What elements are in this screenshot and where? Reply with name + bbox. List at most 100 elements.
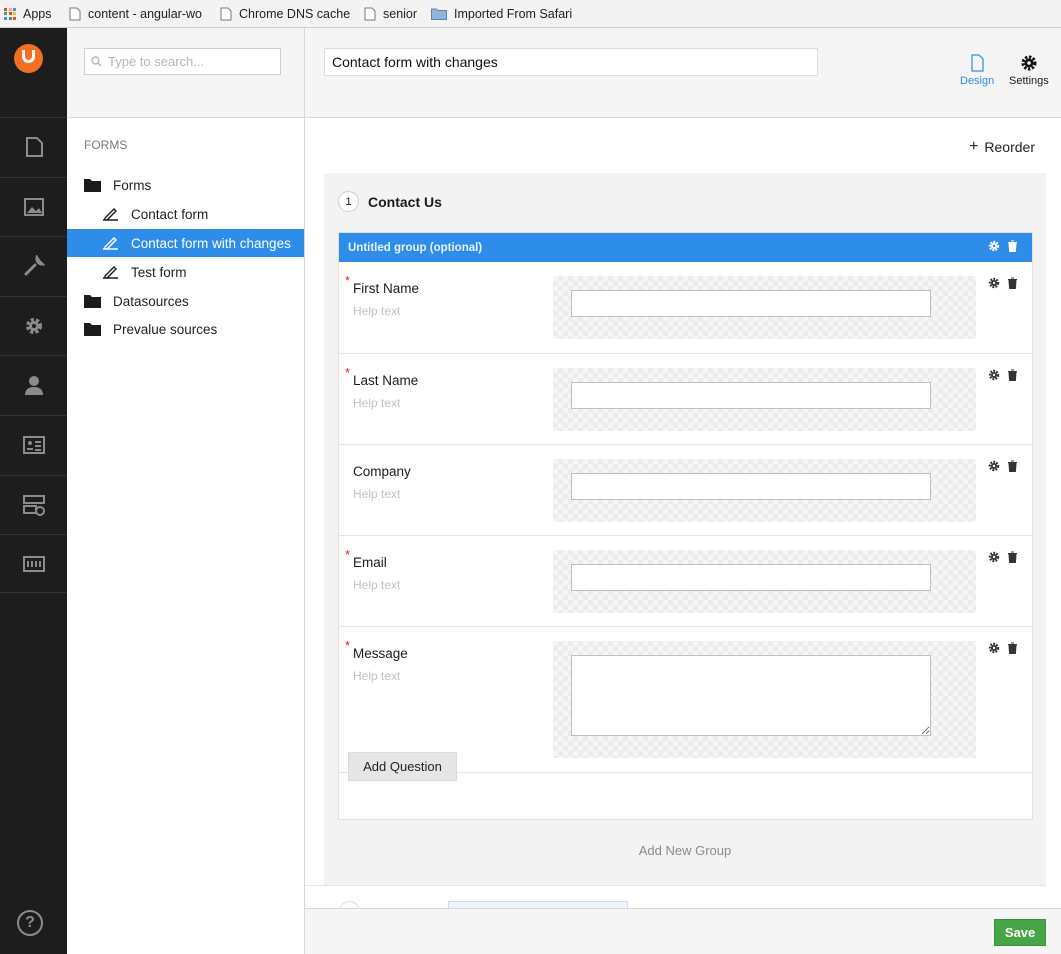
bookmark-label: Apps xyxy=(23,6,52,21)
settings-tab[interactable]: Settings xyxy=(1009,54,1049,87)
user-icon xyxy=(24,376,43,395)
bookmark-angular[interactable]: content - angular-wo xyxy=(69,0,204,28)
required-marker: * xyxy=(345,365,351,380)
section-rail: ? xyxy=(0,28,67,954)
design-tab[interactable]: Design xyxy=(960,54,994,87)
section-content[interactable] xyxy=(0,117,67,176)
design-label: Design xyxy=(960,75,995,87)
trash-icon[interactable] xyxy=(1007,642,1018,654)
tree-item-label: Prevalue sources xyxy=(113,321,218,337)
tree-item-label: Datasources xyxy=(113,293,189,309)
tree-item-prevalue-sources[interactable]: Prevalue sources xyxy=(67,315,304,343)
question-label[interactable]: Message xyxy=(353,646,408,661)
first-name-field[interactable] xyxy=(571,290,931,317)
tree-item-test-form[interactable]: Test form xyxy=(67,258,304,286)
editor-header: Design Settings xyxy=(305,28,1061,118)
reorder-button[interactable]: + Reorder xyxy=(969,138,1035,156)
bookmark-apps[interactable]: Apps xyxy=(4,0,52,28)
save-button[interactable]: Save xyxy=(994,919,1046,946)
section-members[interactable] xyxy=(0,415,67,474)
tree-item-label: Forms xyxy=(113,177,152,193)
tree-item-datasources[interactable]: Datasources xyxy=(67,287,304,315)
page-icon xyxy=(364,7,376,20)
last-name-field[interactable] xyxy=(571,382,931,409)
question-label[interactable]: Last Name xyxy=(353,373,418,388)
folder-icon xyxy=(84,295,101,308)
forms-icon xyxy=(22,495,45,516)
tree-item-label: Test form xyxy=(131,264,187,280)
group-title[interactable]: Untitled group (optional) xyxy=(348,242,482,254)
bookmark-senior[interactable]: senior xyxy=(364,0,417,28)
gear-icon xyxy=(25,318,42,334)
section-users[interactable] xyxy=(0,355,67,414)
media-icon xyxy=(23,198,44,216)
content-icon xyxy=(25,137,43,157)
question-email: * Email Help text xyxy=(339,536,1032,627)
search-input[interactable] xyxy=(108,54,278,69)
gear-icon[interactable] xyxy=(988,240,1000,252)
bookmark-imported-safari[interactable]: Imported From Safari xyxy=(431,0,572,28)
question-help-text[interactable]: Help text xyxy=(353,396,400,410)
section-media[interactable] xyxy=(0,177,67,236)
group-header[interactable]: Untitled group (optional) xyxy=(339,233,1032,262)
company-field[interactable] xyxy=(571,473,931,500)
form-designer: + Reorder 1 Contact Us Untitled group (o… xyxy=(305,118,1061,908)
bookmark-label: content - angular-wo xyxy=(88,6,202,21)
field-preview xyxy=(553,459,976,522)
section-forms[interactable] xyxy=(0,475,67,534)
bookmark-label: Imported From Safari xyxy=(454,6,573,21)
trash-icon[interactable] xyxy=(1007,277,1018,289)
reorder-label: Reorder xyxy=(984,139,1035,155)
page-title-input[interactable] xyxy=(448,901,628,908)
trash-icon[interactable] xyxy=(1007,460,1018,472)
trash-icon[interactable] xyxy=(1007,551,1018,563)
message-field[interactable] xyxy=(571,655,931,736)
email-field[interactable] xyxy=(571,564,931,591)
wrench-icon xyxy=(24,255,45,276)
page-title[interactable]: Contact Us xyxy=(368,194,442,210)
help-icon[interactable]: ? xyxy=(17,910,43,936)
trash-icon[interactable] xyxy=(1007,369,1018,381)
question-help-text[interactable]: Help text xyxy=(353,487,400,501)
gear-icon[interactable] xyxy=(988,642,1000,654)
question-label[interactable]: First Name xyxy=(353,281,419,296)
tree-item-contact-form[interactable]: Contact form xyxy=(67,200,304,228)
form-page: 1 Contact Us Untitled group (optional) *… xyxy=(324,173,1046,893)
required-marker: * xyxy=(345,638,351,653)
search-icon xyxy=(91,56,102,67)
gear-icon xyxy=(1021,55,1037,71)
section-translation[interactable] xyxy=(0,534,67,593)
gear-icon[interactable] xyxy=(988,369,1000,381)
umbraco-logo[interactable] xyxy=(14,44,43,73)
section-developer[interactable] xyxy=(0,296,67,355)
gear-icon[interactable] xyxy=(988,551,1000,563)
form-name-input[interactable] xyxy=(324,48,818,76)
search-box[interactable] xyxy=(84,48,281,75)
forms-tree-panel: FORMS Forms Contact form Contact form wi… xyxy=(67,28,305,954)
bookmark-label: senior xyxy=(383,6,418,21)
question-label[interactable]: Email xyxy=(353,555,387,570)
tree-header xyxy=(67,28,304,118)
question-help-text[interactable]: Help text xyxy=(353,578,400,592)
question-company: Company Help text xyxy=(339,445,1032,536)
section-heading: FORMS xyxy=(84,138,128,152)
section-settings[interactable] xyxy=(0,236,67,295)
question-help-text[interactable]: Help text xyxy=(353,669,400,683)
gear-icon[interactable] xyxy=(988,460,1000,472)
add-new-group-link[interactable]: Add New Group xyxy=(324,843,1046,858)
question-last-name: * Last Name Help text xyxy=(339,354,1032,445)
folder-icon xyxy=(84,179,101,192)
field-preview xyxy=(553,550,976,613)
id-card-icon xyxy=(22,436,45,454)
bookmark-dns-cache[interactable]: Chrome DNS cache xyxy=(220,0,350,28)
tree-item-forms[interactable]: Forms xyxy=(67,171,304,199)
folder-icon xyxy=(431,8,447,20)
question-help-text[interactable]: Help text xyxy=(353,304,400,318)
gear-icon[interactable] xyxy=(988,277,1000,289)
add-question-button[interactable]: Add Question xyxy=(348,752,457,781)
plus-icon: + xyxy=(969,138,979,155)
trash-icon[interactable] xyxy=(1007,240,1018,252)
binary-icon xyxy=(22,555,45,572)
question-label[interactable]: Company xyxy=(353,464,411,479)
tree-item-contact-form-with-changes[interactable]: Contact form with changes xyxy=(67,229,304,257)
